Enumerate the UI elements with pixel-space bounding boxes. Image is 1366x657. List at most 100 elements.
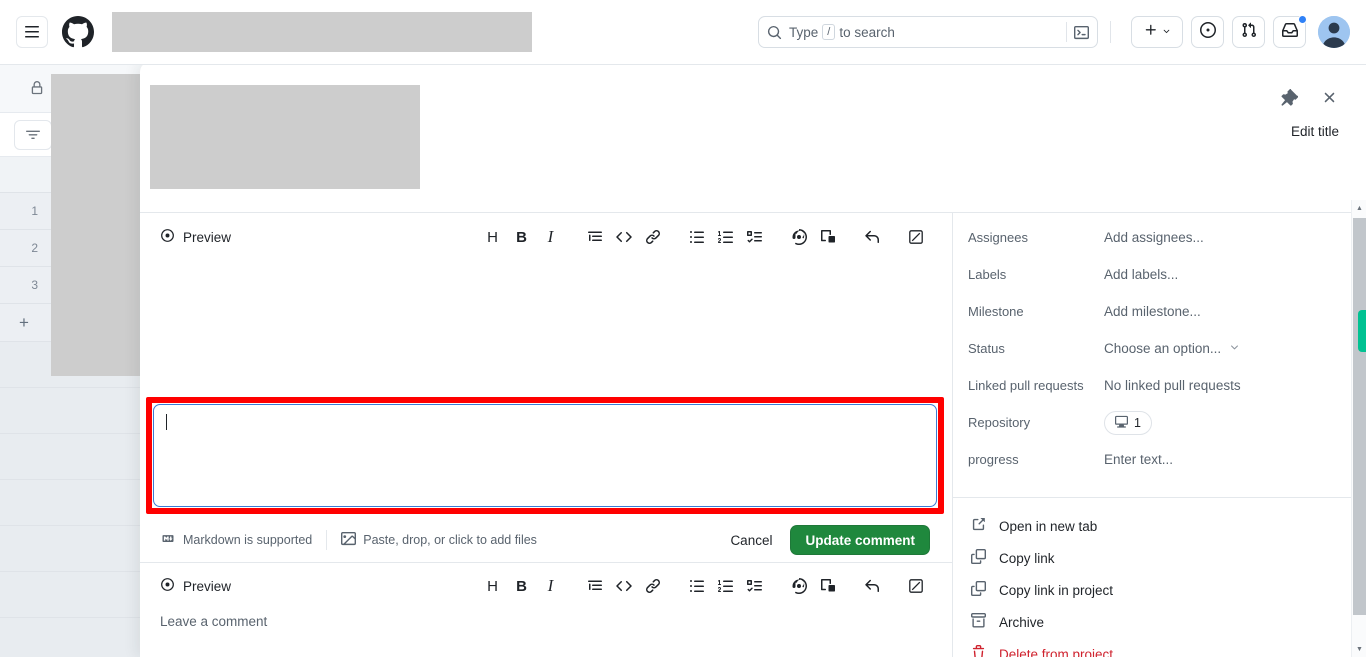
menu-item-label: Archive [999, 614, 1045, 630]
menu-item-open-in-new-tab[interactable]: Open in new tab [953, 510, 1366, 542]
issue-detail-dialog: Edit title Preview H B I Markdown is sup… [140, 62, 1366, 657]
pull-requests-button[interactable] [1232, 16, 1265, 48]
cross-reference-button[interactable] [813, 572, 842, 601]
ordered-list-button[interactable] [711, 223, 740, 252]
reply-button[interactable] [857, 572, 886, 601]
fullscreen-button[interactable] [901, 572, 930, 601]
notifications-inbox-button[interactable] [1273, 15, 1307, 48]
scroll-up-arrow-icon[interactable]: ▲ [1352, 200, 1366, 216]
reply-button[interactable] [857, 223, 886, 252]
cross-reference-button[interactable] [813, 223, 842, 252]
ordered-list-button[interactable] [711, 572, 740, 601]
cancel-button[interactable]: Cancel [730, 533, 772, 548]
issues-button[interactable] [1191, 16, 1224, 48]
code-button[interactable] [609, 572, 638, 601]
sidebar-menu: Open in new tab Copy link Copy link in p… [953, 498, 1366, 657]
link-button[interactable] [638, 572, 667, 601]
progress-input[interactable]: Enter text... [1104, 452, 1173, 467]
status-select[interactable]: Choose an option... [1104, 341, 1240, 356]
filter-button[interactable] [14, 120, 52, 150]
menu-item-copy-link[interactable]: Copy link [953, 542, 1366, 574]
milestone-value[interactable]: Add milestone... [1104, 304, 1201, 319]
eye-icon [160, 228, 175, 246]
create-new-button[interactable] [1131, 16, 1183, 48]
preview-tab[interactable]: Preview [160, 228, 231, 246]
edit-title-button[interactable]: Edit title [1291, 124, 1339, 139]
pin-icon[interactable] [1279, 87, 1299, 107]
hamburger-menu-icon[interactable] [16, 16, 48, 48]
toolbar-list-group [682, 572, 769, 601]
linked-pull-requests-value[interactable]: No linked pull requests [1104, 378, 1241, 393]
update-comment-button[interactable]: Update comment [790, 525, 930, 555]
task-list-button[interactable] [740, 572, 769, 601]
unordered-list-button[interactable] [682, 223, 711, 252]
sidebar-label: progress [968, 452, 1019, 467]
quote-button[interactable] [580, 572, 609, 601]
mention-button[interactable] [784, 572, 813, 601]
external-link-icon [971, 517, 986, 535]
sidebar-field-labels: Labels Add labels... [953, 256, 1366, 293]
sidebar-label: Assignees [968, 230, 1028, 245]
search-placeholder-suffix: to search [839, 24, 895, 40]
user-avatar[interactable] [1318, 16, 1350, 48]
repo-icon [1115, 415, 1128, 431]
notification-indicator-dot [1298, 15, 1307, 24]
scrollbar-thumb[interactable] [1353, 218, 1366, 615]
menu-item-delete-from-project[interactable]: Delete from project [953, 638, 1366, 657]
search-placeholder: Type / to search [789, 24, 1066, 40]
redacted-title-area [150, 85, 420, 189]
task-list-button[interactable] [740, 223, 769, 252]
attach-files-button[interactable]: Paste, drop, or click to add files [341, 531, 537, 549]
edit-comment-textarea[interactable] [153, 404, 937, 507]
new-comment-form: Preview H B I Leave a comment [140, 562, 952, 657]
search-icon [767, 25, 782, 40]
copy-icon [971, 581, 986, 599]
bold-button[interactable]: B [507, 223, 536, 252]
repository-count: 1 [1134, 415, 1141, 430]
row-number: 1 [31, 204, 38, 218]
close-icon[interactable] [1319, 87, 1339, 107]
quote-button[interactable] [580, 223, 609, 252]
toolbar-block-group [580, 223, 667, 252]
link-button[interactable] [638, 223, 667, 252]
archive-icon [971, 613, 986, 631]
new-comment-preview-tab[interactable]: Preview [160, 577, 231, 595]
labels-value[interactable]: Add labels... [1104, 267, 1178, 282]
search-input[interactable]: Type / to search [758, 16, 1098, 48]
sidebar-field-progress: progress Enter text... [953, 441, 1366, 478]
terminal-icon[interactable] [1066, 22, 1089, 42]
sidebar-label: Status [968, 341, 1005, 356]
bold-button[interactable]: B [507, 572, 536, 601]
new-comment-preview-label: Preview [183, 578, 232, 594]
assignees-value[interactable]: Add assignees... [1104, 230, 1204, 245]
sidebar-label: Repository [968, 415, 1031, 430]
repository-badge[interactable]: 1 [1104, 410, 1152, 435]
dialog-scrollbar[interactable]: ▲ ▼ [1351, 200, 1366, 657]
sidebar-label: Linked pull requests [968, 378, 1084, 393]
new-comment-textarea[interactable]: Leave a comment [160, 614, 267, 629]
italic-button[interactable]: I [536, 223, 565, 252]
toolbar-list-group [682, 223, 769, 252]
menu-item-label: Copy link [999, 550, 1055, 566]
lock-icon [30, 81, 44, 100]
mention-button[interactable] [784, 223, 813, 252]
row-number: 3 [31, 278, 38, 292]
italic-button[interactable]: I [536, 572, 565, 601]
sidebar-field-linked-pull-requests: Linked pull requests No linked pull requ… [953, 367, 1366, 404]
heading-button[interactable]: H [478, 572, 507, 601]
sidebar-field-status: Status Choose an option... [953, 330, 1366, 367]
menu-item-copy-link-in-project[interactable]: Copy link in project [953, 574, 1366, 606]
markdown-supported-label: Markdown is supported [183, 533, 313, 547]
attach-files-label: Paste, drop, or click to add files [363, 533, 537, 547]
plus-icon: + [19, 312, 29, 332]
unordered-list-button[interactable] [682, 572, 711, 601]
scroll-down-arrow-icon[interactable]: ▼ [1352, 641, 1366, 657]
github-logo-icon[interactable] [62, 16, 94, 48]
markdown-supported-hint[interactable]: Markdown is supported [160, 533, 312, 547]
fullscreen-button[interactable] [901, 223, 930, 252]
toolbar-block-group [580, 572, 667, 601]
menu-item-archive[interactable]: Archive [953, 606, 1366, 638]
heading-button[interactable]: H [478, 223, 507, 252]
chevron-down-icon [1229, 341, 1240, 356]
code-button[interactable] [609, 223, 638, 252]
